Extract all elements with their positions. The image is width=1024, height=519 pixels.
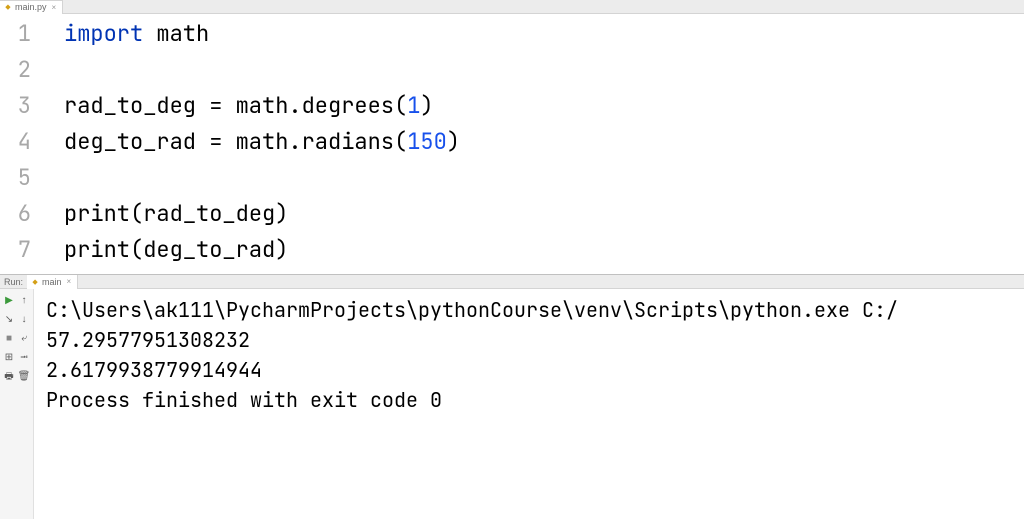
up-arrow-icon[interactable]: ↑ — [17, 293, 32, 308]
line-number: 2 — [0, 52, 53, 88]
print-icon[interactable]: 🖶 — [2, 369, 17, 384]
code-line: print(deg_to_rad) — [64, 232, 1024, 268]
run-tab-main[interactable]: ◆ main × — [27, 275, 78, 289]
line-number: 7 — [0, 232, 53, 268]
output-line: 2.6179938779914944 — [46, 355, 1020, 385]
code-line: import math — [64, 16, 1024, 52]
code-line — [64, 52, 1024, 88]
code-line: print(rad_to_deg) — [64, 196, 1024, 232]
close-icon[interactable]: × — [52, 3, 57, 12]
scroll-to-end-icon[interactable]: ⭲ — [17, 350, 32, 365]
run-panel: Run: ◆ main × ▶ ↑ ↘ ↓ ■ ⤶ — [0, 274, 1024, 519]
editor-tab-main[interactable]: ◆ main.py × — [0, 0, 63, 14]
editor-area: 1 2 3 4 5 6 7 import math rad_to_deg = m… — [0, 14, 1024, 274]
code-line: deg_to_rad = math.radians(150) — [64, 124, 1024, 160]
run-label: Run: — [0, 277, 27, 287]
stop-button[interactable]: ■ — [2, 331, 17, 346]
run-tab-label: main — [42, 277, 62, 287]
code-line: rad_to_deg = math.degrees(1) — [64, 88, 1024, 124]
clear-icon[interactable]: 🗑 — [17, 369, 32, 384]
rerun-button[interactable]: ▶ — [2, 293, 17, 308]
line-number: 6 — [0, 196, 53, 232]
code-line — [64, 160, 1024, 196]
soft-wrap-icon[interactable]: ⤶ — [17, 331, 32, 346]
line-number: 1 — [0, 16, 53, 52]
code-editor[interactable]: import math rad_to_deg = math.degrees(1)… — [54, 14, 1024, 274]
python-file-icon: ◆ — [31, 278, 39, 286]
editor-tabs: ◆ main.py × — [0, 0, 1024, 14]
run-output[interactable]: C:\Users\ak111\PycharmProjects\pythonCou… — [34, 289, 1024, 519]
line-number: 5 — [0, 160, 53, 196]
close-icon[interactable]: × — [67, 277, 72, 286]
python-file-icon: ◆ — [4, 3, 12, 11]
run-header: Run: ◆ main × — [0, 275, 1024, 289]
output-command: C:\Users\ak111\PycharmProjects\pythonCou… — [46, 295, 1020, 325]
editor-tab-label: main.py — [15, 2, 47, 12]
debug-step-icon[interactable]: ↘ — [2, 312, 17, 327]
output-exit: Process finished with exit code 0 — [46, 385, 1020, 415]
line-number: 4 — [0, 124, 53, 160]
run-body: ▶ ↑ ↘ ↓ ■ ⤶ ⊞ ⭲ 🖶 🗑 — [0, 289, 1024, 519]
output-line: 57.29577951308232 — [46, 325, 1020, 355]
run-toolbar: ▶ ↑ ↘ ↓ ■ ⤶ ⊞ ⭲ 🖶 🗑 — [0, 289, 34, 519]
gutter: 1 2 3 4 5 6 7 — [0, 14, 54, 274]
down-arrow-icon[interactable]: ↓ — [17, 312, 32, 327]
line-number: 3 — [0, 88, 53, 124]
layout-icon[interactable]: ⊞ — [2, 350, 17, 365]
